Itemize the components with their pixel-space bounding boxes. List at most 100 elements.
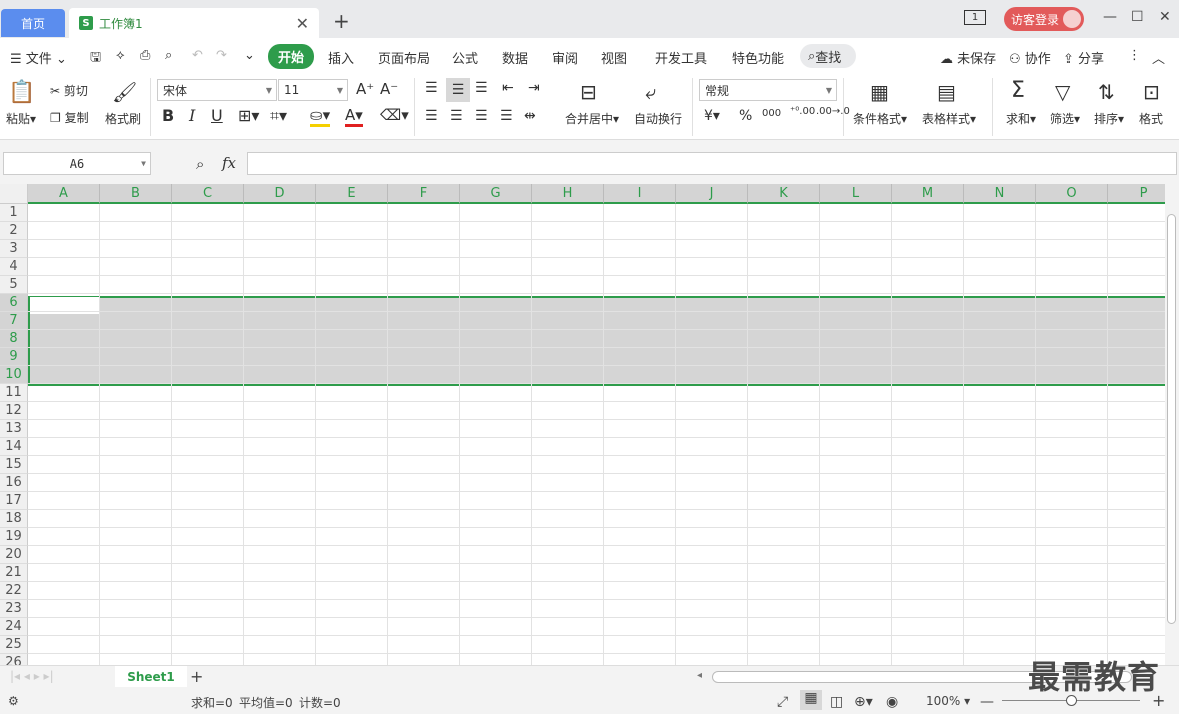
zoom-level[interactable]: 100% ▾: [926, 694, 970, 708]
row-header[interactable]: 4: [0, 258, 28, 276]
filter-icon[interactable]: ▽: [1055, 80, 1070, 104]
erase-style-icon[interactable]: ⌗▾: [270, 106, 287, 126]
zoom-out-icon[interactable]: —: [980, 694, 994, 710]
merge-center-icon[interactable]: ⊟: [580, 80, 597, 104]
row-header[interactable]: 7: [0, 312, 28, 330]
page-layout-view-icon[interactable]: ◫: [830, 694, 843, 710]
font-name-select[interactable]: 宋体 ▼: [157, 79, 277, 101]
align-right-icon[interactable]: ☰: [475, 108, 488, 124]
wrap-text-button[interactable]: 自动换行: [634, 110, 682, 127]
column-header[interactable]: O: [1036, 184, 1108, 204]
print-preview-icon[interactable]: ⌕: [165, 48, 172, 63]
italic-icon[interactable]: I: [189, 106, 195, 125]
row-header[interactable]: 1: [0, 204, 28, 222]
row-header[interactable]: 11: [0, 384, 28, 402]
tab-home[interactable]: 首页: [1, 9, 65, 37]
close-window-icon[interactable]: ✕: [1159, 9, 1171, 25]
row-header[interactable]: 5: [0, 276, 28, 294]
sum-button[interactable]: 求和▾: [1006, 110, 1036, 127]
sheet-tab-sheet1[interactable]: Sheet1: [115, 666, 187, 688]
menu-view[interactable]: 视图: [601, 48, 627, 67]
align-center-icon[interactable]: ☰: [450, 108, 463, 124]
row-header[interactable]: 21: [0, 564, 28, 582]
menu-start[interactable]: 开始: [268, 44, 315, 69]
currency-icon[interactable]: ¥▾: [704, 108, 720, 124]
filter-button[interactable]: 筛选▾: [1050, 110, 1080, 127]
tab-workbook[interactable]: S 工作簿1 ✕: [69, 8, 319, 38]
column-header[interactable]: C: [172, 184, 244, 204]
sheet-nav-icons[interactable]: |◂ ◂ ▸ ▸|: [10, 669, 54, 683]
collab-button[interactable]: ⚇ 协作: [1009, 48, 1051, 67]
number-format-select[interactable]: 常规 ▼: [699, 79, 837, 101]
column-header[interactable]: M: [892, 184, 964, 204]
share-button[interactable]: ⇪ 分享: [1063, 48, 1104, 67]
conditional-format-icon[interactable]: ▦: [870, 80, 889, 104]
row-header[interactable]: 13: [0, 420, 28, 438]
redo-icon[interactable]: ↷: [216, 48, 227, 63]
normal-view-icon[interactable]: ▦: [800, 690, 822, 710]
cut-button[interactable]: ✂ 剪切: [50, 82, 88, 99]
new-tab-icon[interactable]: +: [333, 9, 350, 33]
row-header[interactable]: 19: [0, 528, 28, 546]
increase-decimal-icon[interactable]: ⁺⁰.00: [790, 106, 815, 117]
selected-range[interactable]: [28, 296, 1165, 386]
add-sheet-icon[interactable]: +: [190, 667, 203, 686]
align-middle-icon[interactable]: ☰: [446, 78, 470, 102]
menu-developer[interactable]: 开发工具: [655, 48, 707, 67]
menu-insert[interactable]: 插入: [328, 48, 354, 67]
scroll-left-icon[interactable]: ◂: [697, 670, 702, 681]
wrap-text-icon[interactable]: ⤶: [645, 80, 656, 104]
eye-protection-icon[interactable]: ◉: [886, 694, 898, 710]
column-header[interactable]: D: [244, 184, 316, 204]
format-painter-icon[interactable]: 🖌: [112, 80, 137, 104]
increase-font-icon[interactable]: A⁺: [356, 80, 374, 98]
page-break-view-icon[interactable]: ⊕▾: [854, 694, 873, 710]
menu-file[interactable]: ☰ 文件 ⌄: [10, 48, 67, 67]
vertical-scrollbar[interactable]: [1165, 184, 1179, 665]
tab-count-badge[interactable]: 1: [964, 10, 986, 25]
column-header[interactable]: E: [316, 184, 388, 204]
sort-icon[interactable]: ⇅: [1098, 80, 1115, 104]
formula-input[interactable]: [247, 152, 1177, 175]
row-header[interactable]: 12: [0, 402, 28, 420]
row-header[interactable]: 6: [0, 294, 28, 312]
row-header[interactable]: 8: [0, 330, 28, 348]
row-header[interactable]: 18: [0, 510, 28, 528]
column-header[interactable]: A: [28, 184, 100, 204]
row-header[interactable]: 16: [0, 474, 28, 492]
conditional-format-button[interactable]: 条件格式▾: [853, 110, 907, 127]
underline-icon[interactable]: U: [211, 106, 223, 125]
menu-data[interactable]: 数据: [502, 48, 528, 67]
paste-icon[interactable]: 📋: [8, 80, 35, 105]
vertical-scroll-thumb[interactable]: [1167, 214, 1176, 624]
format-icon[interactable]: ⊡: [1143, 80, 1160, 104]
paste-button[interactable]: 粘贴▾: [6, 110, 36, 127]
column-header[interactable]: I: [604, 184, 676, 204]
merge-center-button[interactable]: 合并居中▾: [565, 110, 619, 127]
row-header[interactable]: 25: [0, 636, 28, 654]
row-header[interactable]: 2: [0, 222, 28, 240]
distribute-icon[interactable]: ⇹: [524, 108, 536, 124]
column-header[interactable]: N: [964, 184, 1036, 204]
menu-features[interactable]: 特色功能: [732, 48, 784, 67]
thousands-icon[interactable]: 000: [762, 108, 781, 119]
clear-icon[interactable]: ⌫▾: [380, 106, 409, 124]
row-header[interactable]: 22: [0, 582, 28, 600]
column-header[interactable]: G: [460, 184, 532, 204]
column-header[interactable]: L: [820, 184, 892, 204]
row-header[interactable]: 23: [0, 600, 28, 618]
fullscreen-icon[interactable]: ⤢: [777, 694, 788, 710]
fx-icon[interactable]: fx: [222, 154, 236, 172]
export-pdf-icon[interactable]: ⟡: [116, 48, 125, 63]
font-size-select[interactable]: 11 ▼: [278, 79, 348, 101]
column-header[interactable]: K: [748, 184, 820, 204]
row-header[interactable]: 15: [0, 456, 28, 474]
more-icon[interactable]: ⋮: [1128, 48, 1141, 63]
minimize-icon[interactable]: —: [1103, 9, 1117, 25]
menu-page-layout[interactable]: 页面布局: [378, 48, 430, 67]
indent-icon[interactable]: ⇥: [528, 80, 540, 96]
font-color-icon[interactable]: A▾: [345, 106, 363, 127]
copy-button[interactable]: ❐ 复制: [50, 109, 89, 126]
bold-icon[interactable]: B: [162, 106, 174, 125]
column-header[interactable]: P: [1108, 184, 1165, 204]
